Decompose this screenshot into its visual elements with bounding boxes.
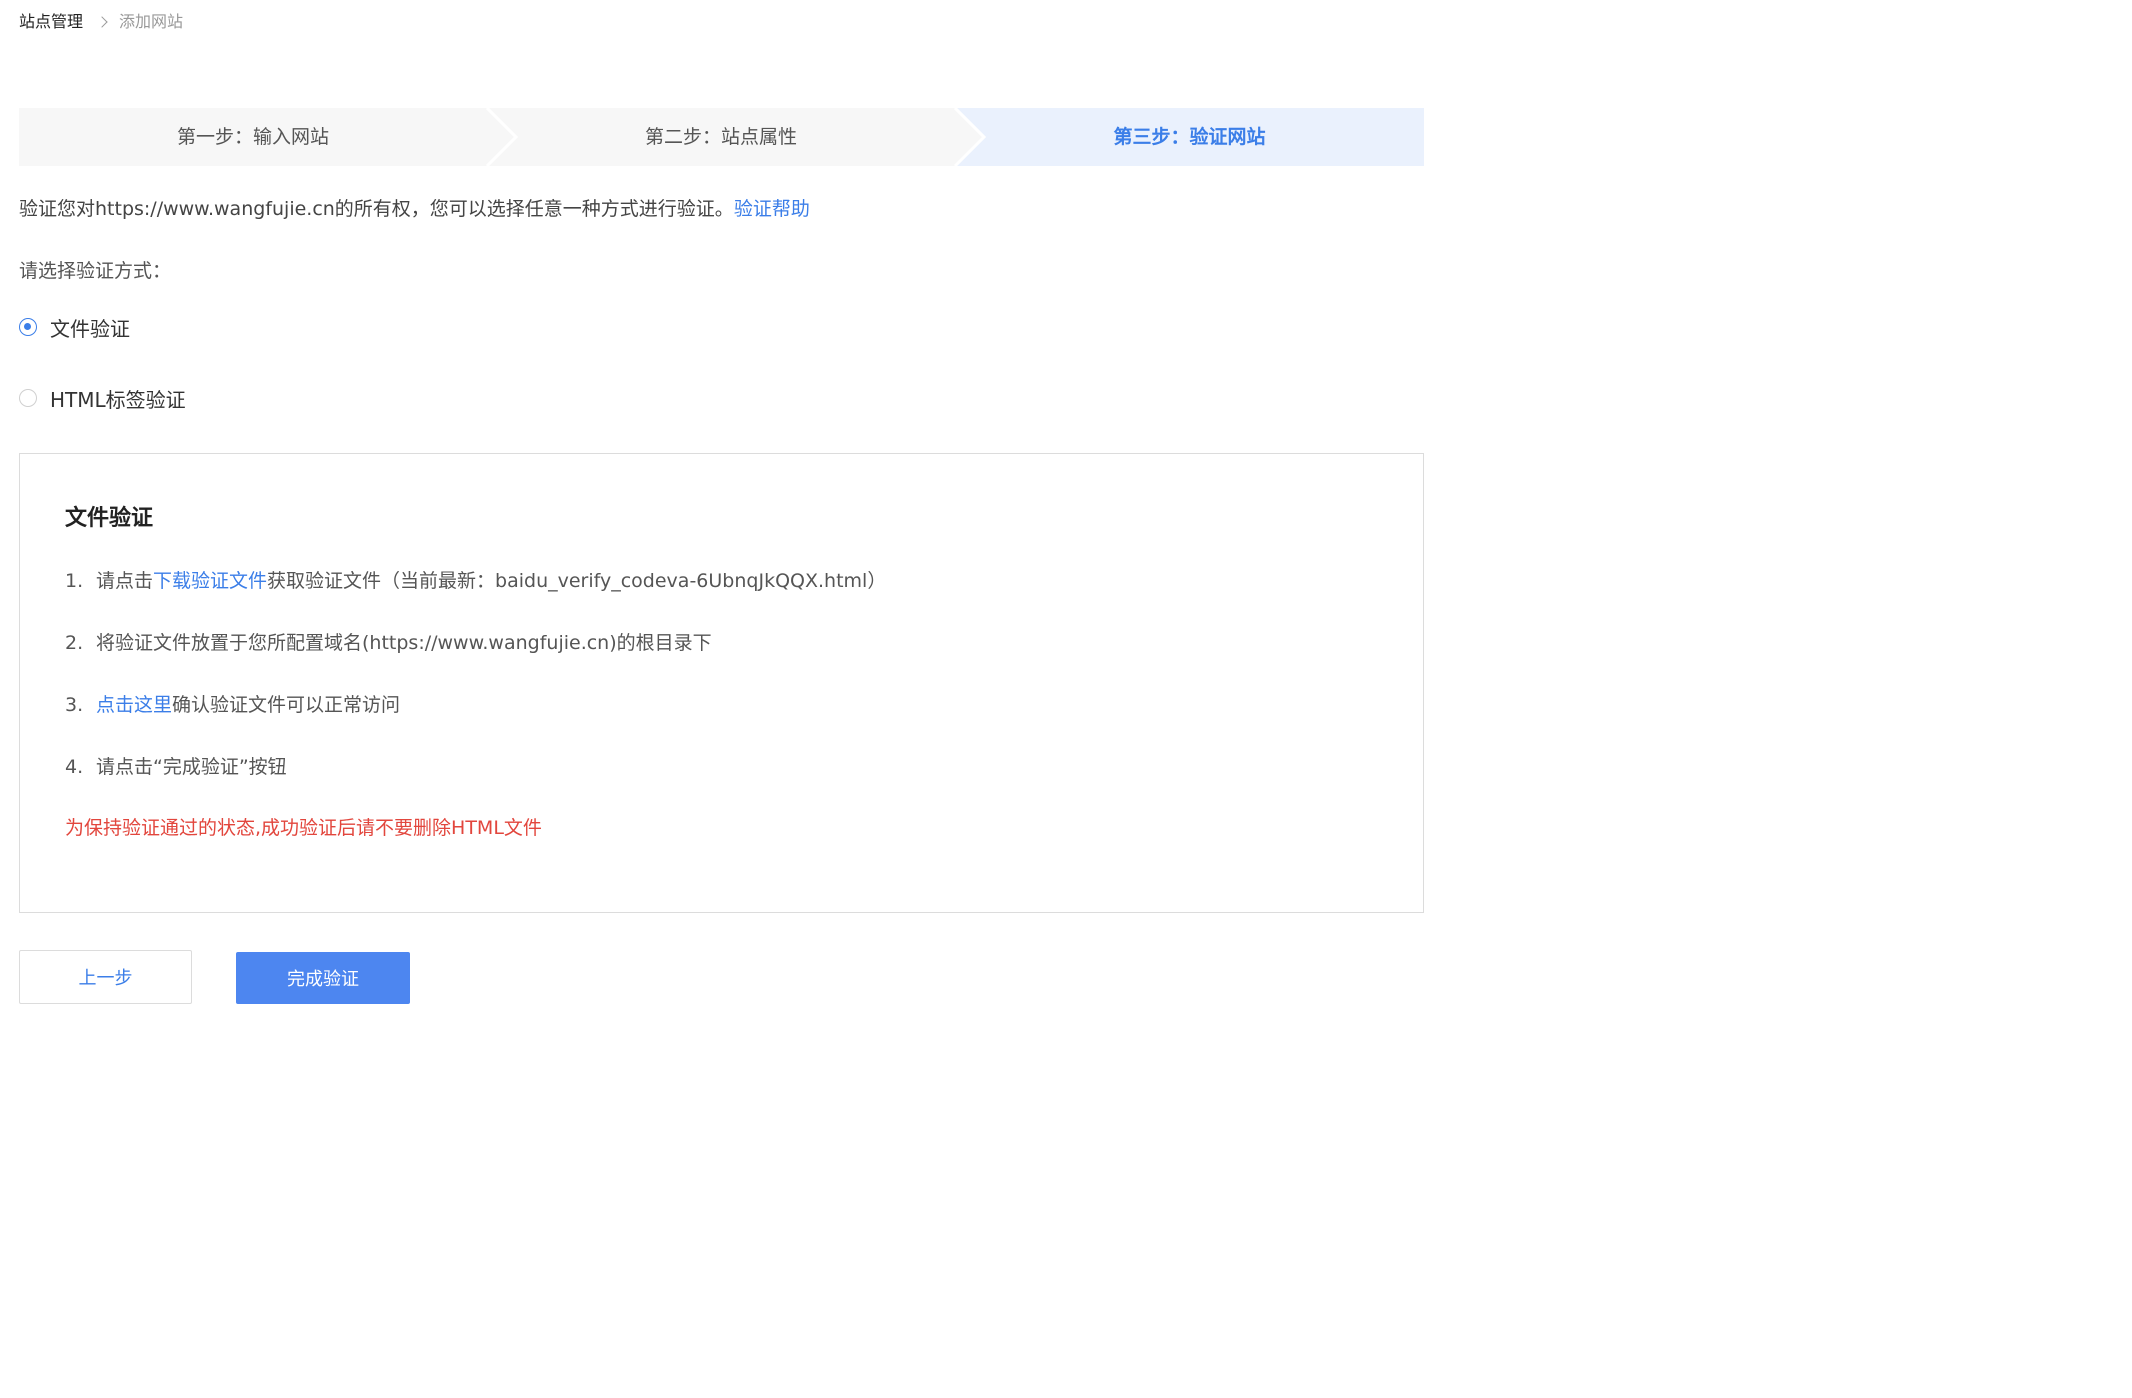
instruction-step-2: 2. 将验证文件放置于您所配置域名(https://www.wangfujie.c… [65,629,712,657]
previous-step-button[interactable]: 上一步 [19,950,192,1004]
radio-html-tag-verification[interactable]: HTML标签验证 [19,384,186,412]
instruction-step-4: 4. 请点击“完成验证”按钮 [65,753,287,781]
instruction-step-3: 3. 点击这里确认验证文件可以正常访问 [65,691,400,719]
step-2-site-properties: 第二步：站点属性 [644,126,797,148]
step-text: 将验证文件放置于您所配置域名(https://www.wangfujie.cn)… [96,632,712,654]
step-number: 3. [65,694,84,716]
breadcrumb-add-site: 添加网站 [119,12,184,31]
keep-html-file-warning: 为保持验证通过的状态,成功验证后请不要删除HTML文件 [65,817,542,839]
instruction-step-1: 1. 请点击下载验证文件获取验证文件（当前最新：baidu_verify_code… [65,567,886,595]
radio-html-tag-verification-label: HTML标签验证 [50,387,186,412]
breadcrumb: 站点管理 添加网站 [19,10,183,34]
step-text: 确认验证文件可以正常访问 [172,694,401,716]
step-number: 2. [65,632,84,654]
panel-title: 文件验证 [65,506,154,531]
step-text: 获取验证文件（当前最新：baidu_verify_codeva-6UbnqJkQ… [267,570,887,592]
file-verification-panel: 文件验证 1. 请点击下载验证文件获取验证文件（当前最新：baidu_verify… [19,453,1424,913]
verification-intro: 验证您对https://www.wangfujie.cn的所有权，您可以选择任意… [19,195,810,223]
radio-unchecked-icon[interactable] [19,389,37,407]
step-3-verify-site: 第三步：验证网站 [1113,126,1266,148]
download-verification-file-link[interactable]: 下载验证文件 [153,570,267,592]
step-number: 4. [65,756,84,778]
radio-file-verification-label: 文件验证 [50,316,130,341]
step-text: 请点击 [96,570,154,592]
step-progress-bar: 第一步：输入网站 第二步：站点属性 第三步：验证网站 [19,108,1424,166]
intro-text: 验证您对https://www.wangfujie.cn的所有权，您可以选择任意… [19,198,734,220]
step-number: 1. [65,570,84,592]
complete-verification-button[interactable]: 完成验证 [236,952,410,1004]
verification-help-link[interactable]: 验证帮助 [734,198,810,220]
breadcrumb-site-management[interactable]: 站点管理 [19,10,83,34]
radio-checked-icon[interactable] [19,318,37,336]
choose-method-label: 请选择验证方式： [19,260,172,282]
step-1-input-site: 第一步：输入网站 [176,126,329,148]
chevron-right-icon [96,16,108,28]
radio-file-verification[interactable]: 文件验证 [19,313,130,341]
click-here-link[interactable]: 点击这里 [96,694,172,716]
step-text: 请点击“完成验证”按钮 [96,756,287,778]
